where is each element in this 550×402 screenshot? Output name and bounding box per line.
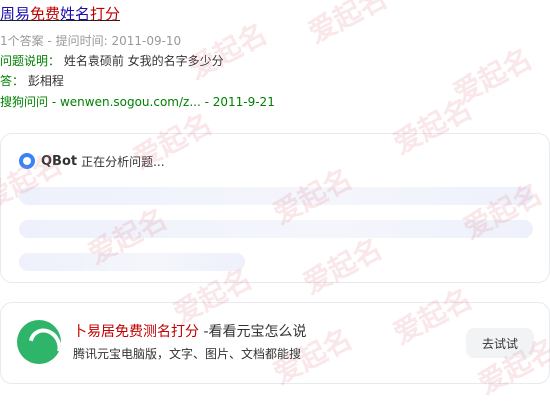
qbot-card: QBot 正在分析问题...	[0, 133, 550, 283]
qbot-header: QBot 正在分析问题...	[19, 152, 165, 170]
question-label: 问题说明：	[0, 54, 61, 68]
result-source-link[interactable]: 搜狗问问 - wenwen.sogou.com/z... - 2011-9-21	[0, 94, 275, 110]
answer-text: 彭相程	[27, 74, 64, 88]
result-meta: 1个答案 - 提问时间: 2011-09-10	[0, 34, 182, 48]
title-part-2: 免费	[30, 5, 61, 23]
title-part-4: 打分	[90, 5, 121, 23]
promo-title[interactable]: 卜易居免费测名打分 -看看元宝怎么说	[73, 323, 307, 341]
answer-line: 答： 彭相程	[0, 73, 64, 89]
title-part-1: 周易	[0, 5, 31, 23]
loading-skeleton-line	[19, 220, 533, 238]
promo-title-suffix: -看看元宝怎么说	[199, 324, 307, 340]
qbot-status: 正在分析问题...	[81, 154, 165, 169]
title-part-3: 姓名	[60, 5, 91, 23]
yuanbao-logo-icon	[17, 320, 61, 364]
loading-skeleton-line	[19, 187, 533, 205]
result-title-link[interactable]: 周易免费姓名打分	[0, 4, 120, 24]
watermark: 爱起名	[302, 0, 393, 50]
promo-title-main: 卜易居免费测名打分	[73, 324, 199, 340]
loading-skeleton-line	[19, 253, 245, 271]
watermark: 爱起名	[182, 17, 273, 86]
question-text: 姓名袁硕前 女我的名字多少分	[63, 54, 224, 68]
answer-label: 答：	[0, 74, 25, 88]
qbot-name: QBot	[41, 153, 78, 169]
question-line: 问题说明： 姓名袁硕前 女我的名字多少分	[0, 53, 224, 69]
promo-description: 腾讯元宝电脑版，文字、图片、文档都能搜	[73, 347, 302, 361]
yuanbao-promo-card[interactable]: 卜易居免费测名打分 -看看元宝怎么说 腾讯元宝电脑版，文字、图片、文档都能搜 去…	[0, 302, 550, 384]
try-button[interactable]: 去试试	[466, 328, 534, 358]
qbot-icon	[19, 153, 35, 169]
watermark: 爱起名	[447, 42, 538, 111]
